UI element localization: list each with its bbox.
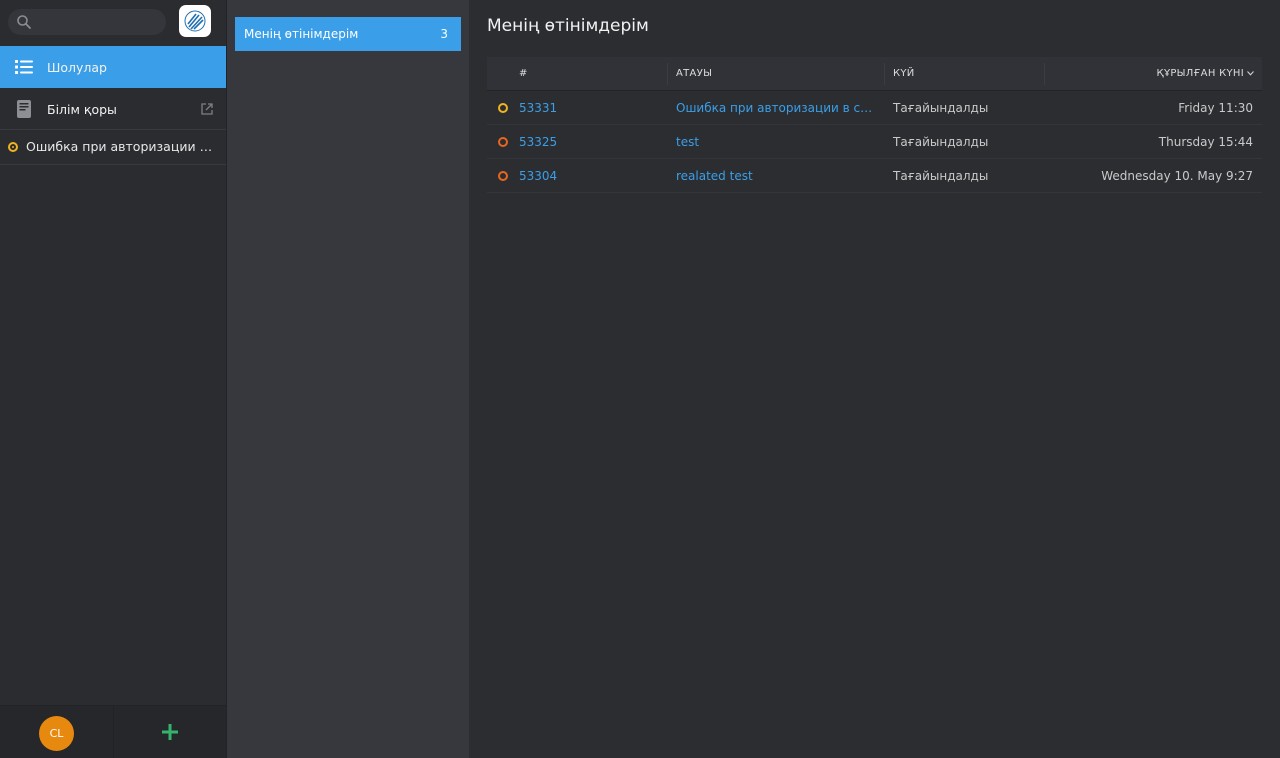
chevron-down-icon[interactable] <box>1247 71 1254 76</box>
ticket-created: Friday 11:30 <box>1178 101 1253 115</box>
sidebar-item-label: Шолулар <box>47 59 107 75</box>
column-header-title[interactable]: АТАУЫ <box>676 68 712 79</box>
open-ticket-label: Ошибка при авторизации в си… <box>26 139 216 154</box>
status-escalated-icon <box>498 137 508 147</box>
page-title: Менің өтінімдерім <box>487 16 649 36</box>
avatar-initials: CL <box>49 727 64 740</box>
ticket-title[interactable]: realated test <box>676 169 876 183</box>
status-escalated-icon <box>498 171 508 181</box>
sidebar-item-label: Білім қоры <box>47 101 117 117</box>
avatar[interactable]: CL <box>39 716 74 751</box>
search-input[interactable] <box>36 9 162 35</box>
status-pending-icon <box>8 142 18 152</box>
sidebar-item-overviews[interactable]: Шолулар <box>0 46 226 88</box>
table-header: # АТАУЫ КҮЙ ҚҰРЫЛҒАН КҮНІ <box>487 57 1262 91</box>
table-row[interactable]: 53331 Ошибка при авторизации в сист… Тағ… <box>487 91 1262 125</box>
ticket-number[interactable]: 53304 <box>519 169 557 183</box>
sidebar-footer: CL <box>0 705 226 758</box>
ticket-title[interactable]: Ошибка при авторизации в сист… <box>676 101 876 115</box>
overview-count: 3 <box>440 27 448 41</box>
external-link-icon[interactable] <box>201 103 213 115</box>
overview-item-my-tickets[interactable]: Менің өтінімдерім 3 <box>235 17 461 51</box>
search-icon <box>17 15 31 29</box>
logo-icon <box>184 10 206 32</box>
column-divider[interactable] <box>667 63 668 85</box>
column-header-number[interactable]: # <box>519 68 528 79</box>
plus-icon[interactable] <box>160 722 180 742</box>
app: Шолулар Білім қоры Ошибка при авторизаци… <box>0 0 1280 758</box>
ticket-number[interactable]: 53331 <box>519 101 557 115</box>
ticket-state: Тағайындалды <box>893 101 989 115</box>
divider <box>113 706 114 758</box>
sidebar-open-ticket[interactable]: Ошибка при авторизации в си… <box>0 130 226 164</box>
ticket-state: Тағайындалды <box>893 135 989 149</box>
overviews-panel: Менің өтінімдерім 3 <box>227 0 469 758</box>
column-header-created[interactable]: ҚҰРЫЛҒАН КҮНІ <box>1157 68 1244 79</box>
column-header-state[interactable]: КҮЙ <box>893 68 915 79</box>
ticket-state: Тағайындалды <box>893 169 989 183</box>
table-row[interactable]: 53325 test Тағайындалды Thursday 15:44 <box>487 125 1262 159</box>
ticket-created: Wednesday 10. May 9:27 <box>1101 169 1253 183</box>
sidebar-item-knowledge-base[interactable]: Білім қоры <box>0 88 226 130</box>
ticket-number[interactable]: 53325 <box>519 135 557 149</box>
search-box[interactable] <box>8 9 166 35</box>
ticket-title[interactable]: test <box>676 135 876 149</box>
book-icon <box>17 100 31 118</box>
divider <box>0 164 226 165</box>
overview-label: Менің өтінімдерім <box>244 27 359 41</box>
logo[interactable] <box>179 5 211 37</box>
list-icon <box>15 60 33 74</box>
column-divider[interactable] <box>1044 63 1045 85</box>
ticket-created: Thursday 15:44 <box>1158 135 1253 149</box>
tickets-table: # АТАУЫ КҮЙ ҚҰРЫЛҒАН КҮНІ 53331 Ошибка п… <box>487 57 1262 193</box>
status-pending-icon <box>498 103 508 113</box>
main-content: Менің өтінімдерім # АТАУЫ КҮЙ ҚҰРЫЛҒАН К… <box>469 0 1280 758</box>
column-divider[interactable] <box>884 63 885 85</box>
sidebar: Шолулар Білім қоры Ошибка при авторизаци… <box>0 0 227 758</box>
table-row[interactable]: 53304 realated test Тағайындалды Wednesd… <box>487 159 1262 193</box>
